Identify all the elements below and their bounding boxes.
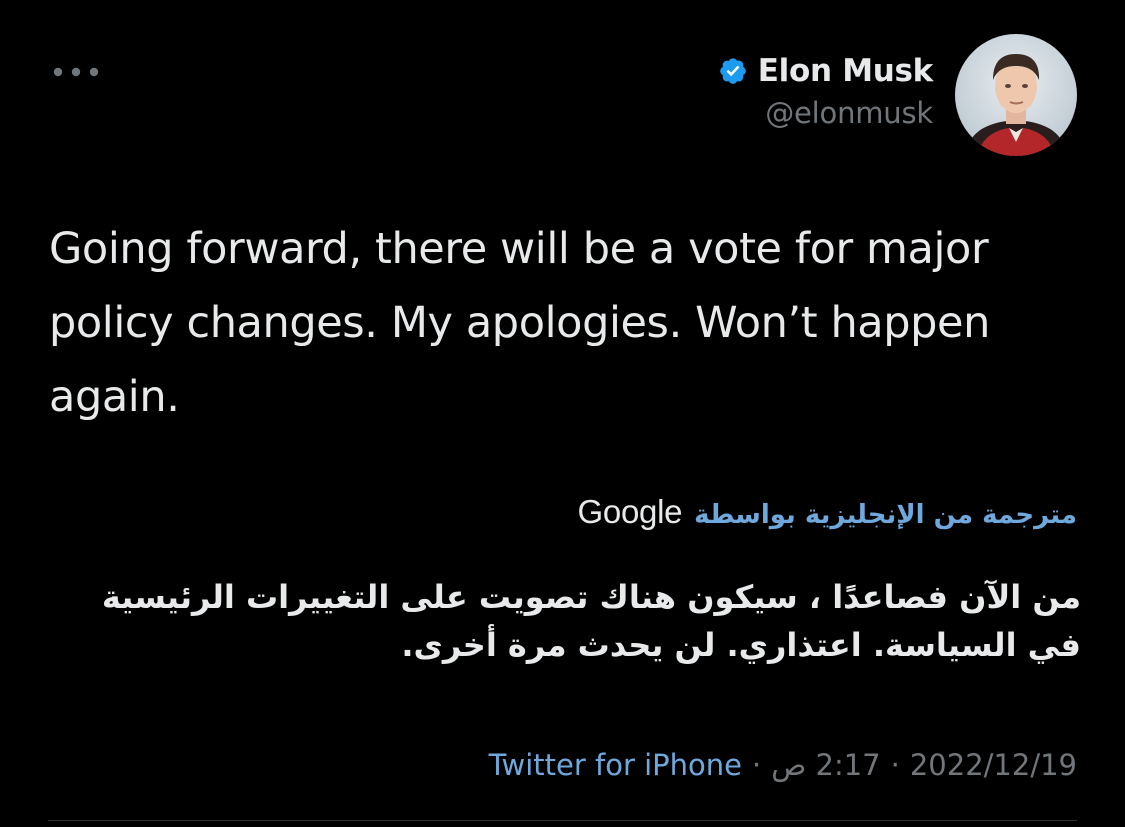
divider <box>48 820 1077 821</box>
meta-separator: · <box>890 748 900 782</box>
author-display-name[interactable]: Elon Musk <box>758 53 934 89</box>
author-avatar[interactable] <box>955 34 1077 156</box>
tweet-meta: Twitter for iPhone · 2:17 ص · 2022/12/19 <box>489 748 1077 782</box>
tweet-date[interactable]: 2022/12/19 <box>910 748 1077 782</box>
verified-badge-icon <box>718 56 748 86</box>
translation-provider: Google <box>577 493 683 530</box>
translated-text: من الآن فصاعدًا ، سيكون هناك تصويت على ا… <box>101 578 1081 664</box>
author-handle[interactable]: @elonmusk <box>718 96 933 130</box>
author-name-row: Elon Musk <box>718 50 933 92</box>
tweet-time[interactable]: 2:17 ص <box>771 748 880 782</box>
more-options-button[interactable] <box>52 60 100 84</box>
avatar-image <box>955 34 1077 156</box>
tweet-text: Going forward, there will be a vote for … <box>49 224 990 422</box>
tweet-author[interactable]: Elon Musk @elonmusk <box>718 50 933 130</box>
source-link[interactable]: Twitter for iPhone <box>489 748 742 782</box>
translation-header: مترجمة من الإنجليزية بواسطة Google <box>578 493 1077 531</box>
meta-separator: · <box>752 748 762 782</box>
more-horizontal-icon <box>53 67 99 77</box>
translated-by-label[interactable]: مترجمة من الإنجليزية بواسطة <box>694 500 1077 530</box>
